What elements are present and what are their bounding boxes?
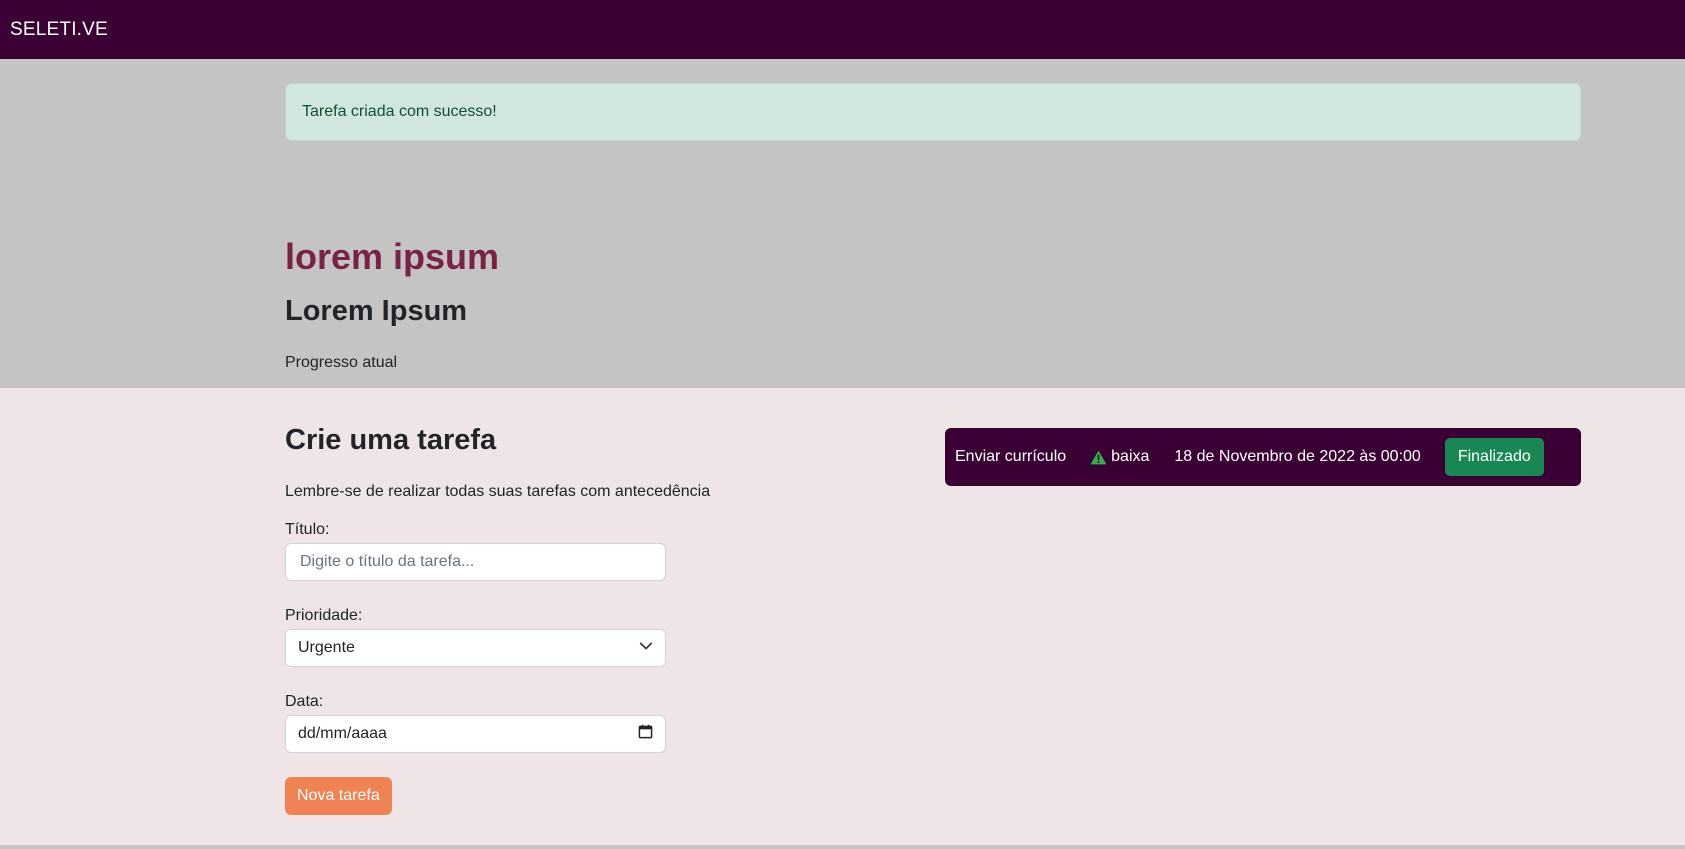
title-label: Título: <box>285 521 330 538</box>
task-priority: baixa <box>1090 448 1149 466</box>
date-input[interactable]: dd/mm/aaaa <box>285 715 666 753</box>
success-alert: Tarefa criada com sucesso! <box>285 83 1581 141</box>
warning-triangle-icon <box>1090 450 1107 464</box>
progress-label: Progresso atual <box>285 354 398 371</box>
calendar-icon[interactable] <box>638 724 653 744</box>
date-label: Data: <box>285 693 324 710</box>
task-section: Crie uma tarefa Lembre-se de realizar to… <box>0 388 1685 845</box>
top-navbar: SELETI.VE <box>0 0 1685 59</box>
finalize-button[interactable]: Finalizado <box>1444 438 1544 476</box>
date-input-value: dd/mm/aaaa <box>298 725 387 742</box>
priority-select[interactable]: Urgente <box>285 629 666 667</box>
priority-label: Prioridade: <box>285 607 363 624</box>
page-bottom-divider <box>0 845 1685 849</box>
chevron-down-icon <box>639 639 653 658</box>
form-help-text: Lembre-se de realizar todas suas tarefas… <box>285 483 711 500</box>
form-heading: Crie uma tarefa <box>285 424 497 456</box>
new-task-button[interactable]: Nova tarefa <box>285 777 392 815</box>
task-card: Enviar currículo baixa 18 de Novembro de… <box>945 428 1581 486</box>
page-title: lorem ipsum <box>285 236 500 277</box>
title-field[interactable] <box>285 543 666 581</box>
alert-message: Tarefa criada com sucesso! <box>302 103 497 120</box>
header-section: Tarefa criada com sucesso! lorem ipsum L… <box>0 59 1685 407</box>
task-date: 18 de Novembro de 2022 às 00:00 <box>1174 448 1421 465</box>
title-input[interactable] <box>298 552 653 572</box>
page-subtitle: Lorem Ipsum <box>285 295 468 327</box>
priority-select-value: Urgente <box>298 639 355 656</box>
task-title: Enviar currículo <box>955 448 1067 465</box>
task-priority-label: baixa <box>1111 448 1150 465</box>
brand-logo[interactable]: SELETI.VE <box>10 19 108 41</box>
